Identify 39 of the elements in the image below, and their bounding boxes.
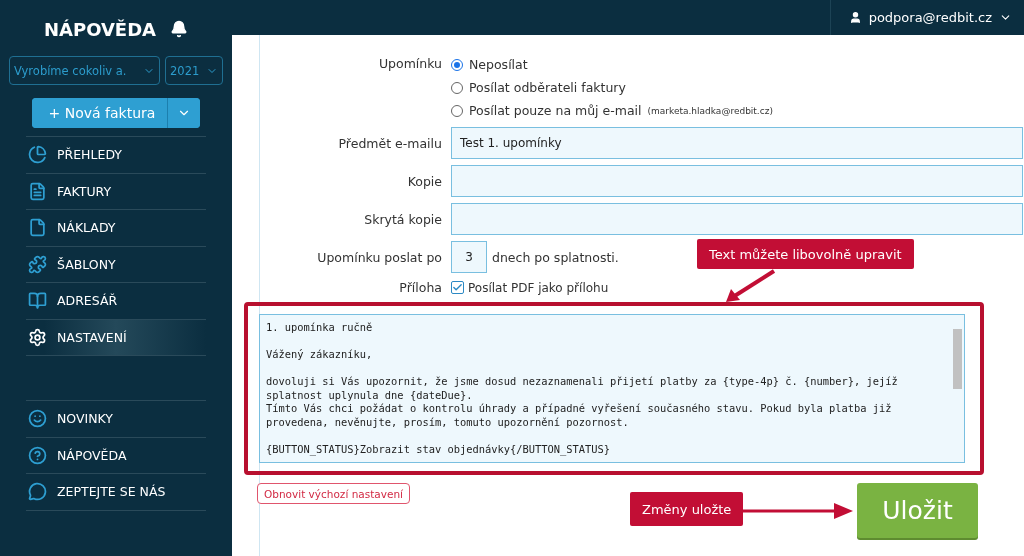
- sidebar-item[interactable]: ADRESÁŘ: [26, 283, 206, 320]
- radio-label: Posílat pouze na můj e-mail: [469, 103, 642, 118]
- sidebar-item-label: NÁPOVĚDA: [57, 447, 127, 463]
- sidebar-item-label: NÁKLADY: [57, 220, 116, 236]
- radio-label: Posílat odběrateli faktury: [469, 80, 626, 95]
- sidebar-item[interactable]: ZEPTEJTE SE NÁS: [26, 474, 206, 511]
- sidebar-item[interactable]: ŠABLONY: [26, 246, 206, 283]
- days-field[interactable]: 3: [451, 241, 487, 273]
- callout-label: Text můžete libovolně upravit: [697, 239, 914, 269]
- company-select[interactable]: Vyrobíme cokoliv a.: [9, 56, 160, 85]
- field-label: Upomínku poslat po: [316, 249, 442, 265]
- sidebar-item[interactable]: NÁKLADY: [26, 210, 206, 247]
- field-label: Předmět e-mailu: [337, 135, 442, 151]
- message-textarea[interactable]: 1. upomínka ručně Vážený zákazníku, dovoluji si Vás upozornit, že jsme dosud nezaznamenali přijetí platby za {type-4p} č. {number}, jejíž splatnost uplynula dne {dateDue}. Tímto Vás chci požádat o kontrolu úhrady a případné vyřešení současného stavu. Pokud byla platba již provedena, nevěnujte, prosím, tomuto upozornění pozornost. {BUTTON_STATUS}Zobrazit stav objednávky{/BUTTON_STATUS}: [259, 314, 965, 463]
- callout-label: Změny uložte: [630, 492, 744, 526]
- field-label: Příloha: [398, 280, 442, 295]
- sidebar-item[interactable]: FAKTURY: [26, 173, 206, 210]
- sidebar-item-label: ŠABLONY: [57, 256, 116, 272]
- subject-field[interactable]: Test 1. upomínky: [451, 127, 1023, 159]
- radio-label: Neposílat: [469, 57, 528, 72]
- days-suffix: dnech po splatnosti.: [492, 249, 619, 265]
- field-label: Upomínku: [377, 56, 442, 71]
- sidebar-item[interactable]: NÁPOVĚDA: [26, 437, 206, 474]
- sidebar-item[interactable]: NASTAVENÍ: [26, 319, 206, 356]
- checkbox-label: Posílat PDF jako přílohu: [468, 280, 609, 295]
- sidebar-item-label: FAKTURY: [57, 183, 112, 199]
- sidebar-item-label: ZEPTEJTE SE NÁS: [57, 484, 166, 500]
- reset-defaults-button[interactable]: Obnovit výchozí nastavení: [257, 483, 410, 504]
- sidebar-item-label: NOVINKY: [57, 411, 113, 427]
- field-label: Kopie: [406, 173, 442, 189]
- sidebar-item-label: PŘEHLEDY: [57, 147, 122, 163]
- app-title: NÁPOVĚDA: [43, 18, 157, 40]
- sidebar-item[interactable]: NOVINKY: [26, 401, 206, 438]
- sidebar-item-label: NASTAVENÍ: [57, 329, 127, 345]
- field-label: Skrytá kopie: [363, 211, 442, 227]
- email-note: (marketa.hladka@redbit.cz): [647, 105, 773, 116]
- sidebar-item[interactable]: PŘEHLEDY: [26, 137, 206, 174]
- year-select[interactable]: 2021: [165, 56, 223, 85]
- sidebar-item-label: ADRESÁŘ: [57, 293, 118, 309]
